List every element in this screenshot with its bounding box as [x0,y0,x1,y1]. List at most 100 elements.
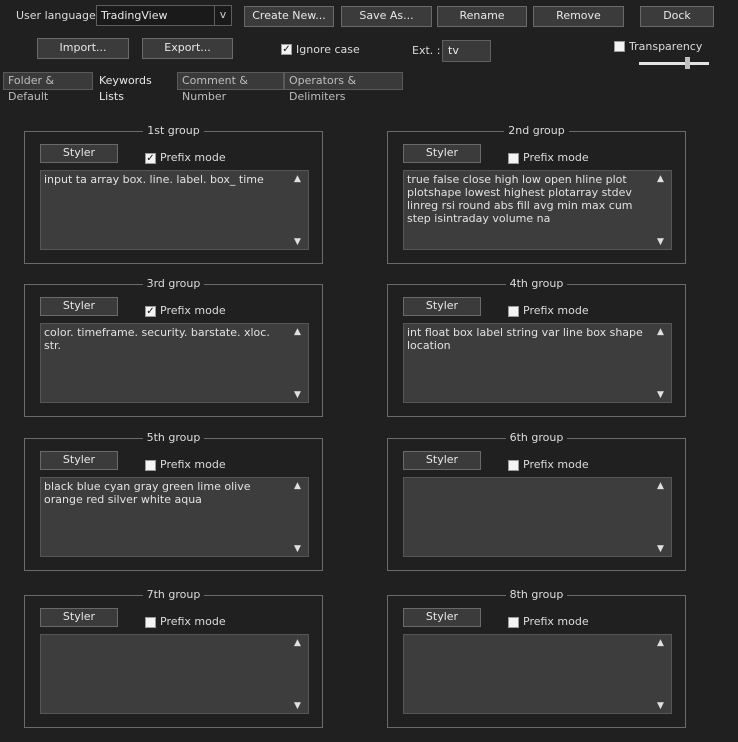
styler-button[interactable]: Styler [403,451,481,470]
textarea-scrollbar[interactable]: ▲ ▼ [654,324,671,402]
prefix-mode-label: Prefix mode [160,151,226,164]
textarea-scrollbar[interactable]: ▲ ▼ [291,171,308,249]
scroll-down-icon[interactable]: ▼ [294,237,301,247]
remove-button[interactable]: Remove [533,6,624,27]
keywords-textarea[interactable]: color. timeframe. security. barstate. xl… [40,323,309,403]
textarea-scrollbar[interactable]: ▲ ▼ [291,478,308,556]
keywords-textarea[interactable]: int float box label string var line box … [403,323,672,403]
group-title-wrap: 3rd group [25,277,322,290]
keywords-textarea[interactable]: true false close high low open hline plo… [403,170,672,250]
textarea-scrollbar[interactable]: ▲ ▼ [654,635,671,713]
styler-button[interactable]: Styler [403,297,481,316]
scroll-up-icon[interactable]: ▲ [657,327,664,337]
ext-label: Ext. : [412,44,441,57]
transparency-label: Transparency [629,40,703,53]
scroll-down-icon[interactable]: ▼ [657,701,664,711]
keyword-group-1: 1st group Styler ✓ Prefix mode input ta arra… [24,124,323,264]
scroll-down-icon[interactable]: ▼ [657,390,664,400]
save-as-button[interactable]: Save As... [341,6,432,27]
prefix-mode-label: Prefix mode [523,615,589,628]
transparency-checkbox[interactable] [614,41,625,52]
styler-button[interactable]: Styler [403,608,481,627]
textarea-scrollbar[interactable]: ▲ ▼ [291,635,308,713]
keyword-group-2: 2nd group Styler Prefix mode true false clo… [387,124,686,264]
styler-button[interactable]: Styler [40,451,118,470]
tab-folder-default[interactable]: Folder & Default [3,72,93,103]
prefix-mode-label: Prefix mode [523,304,589,317]
styler-button[interactable]: Styler [40,144,118,163]
textarea-scrollbar[interactable]: ▲ ▼ [654,171,671,249]
group-title: 7th group [142,588,205,601]
ext-input[interactable]: tv [442,40,491,62]
prefix-mode-label: Prefix mode [523,151,589,164]
scroll-up-icon[interactable]: ▲ [294,174,301,184]
tab-operators-delimiters[interactable]: Operators & Delimiters [284,72,403,103]
keywords-textarea[interactable]: input ta array box. line. label. box_ ti… [40,170,309,250]
keyword-group-5: 5th group Styler Prefix mode black blue cya… [24,431,323,571]
rename-button[interactable]: Rename [437,6,527,27]
create-new-button[interactable]: Create New... [244,6,334,27]
keyword-group-3: 3rd group Styler ✓ Prefix mode color. timefr… [24,277,323,417]
keywords-textarea[interactable]: black blue cyan gray green lime olive or… [40,477,309,557]
user-language-select[interactable]: TradingView v [96,5,232,26]
group-title-wrap: 6th group [388,431,685,444]
prefix-mode-checkbox[interactable]: ✓ [145,153,156,164]
tab-keywords-lists[interactable]: Keywords Lists [94,72,176,103]
styler-button[interactable]: Styler [40,297,118,316]
styler-button[interactable]: Styler [40,608,118,627]
prefix-mode-label: Prefix mode [523,458,589,471]
check-icon: ✓ [146,153,155,164]
scroll-down-icon[interactable]: ▼ [294,544,301,554]
scroll-up-icon[interactable]: ▲ [657,174,664,184]
group-title: 3rd group [142,277,205,290]
chevron-down-icon[interactable]: v [214,6,231,25]
user-language-label: User language : [16,9,103,22]
scroll-up-icon[interactable]: ▲ [294,481,301,491]
keywords-textarea[interactable]: ▲ ▼ [40,634,309,714]
prefix-mode-checkbox[interactable] [145,617,156,628]
scroll-up-icon[interactable]: ▲ [294,638,301,648]
scroll-down-icon[interactable]: ▼ [657,237,664,247]
keyword-group-7: 7th group Styler Prefix mode ▲ ▼ [24,588,323,728]
scroll-down-icon[interactable]: ▼ [294,390,301,400]
scroll-up-icon[interactable]: ▲ [294,327,301,337]
transparency-slider-track[interactable] [639,62,709,65]
textarea-scrollbar[interactable]: ▲ ▼ [291,324,308,402]
group-title-wrap: 7th group [25,588,322,601]
scroll-up-icon[interactable]: ▲ [657,638,664,648]
scroll-down-icon[interactable]: ▼ [294,701,301,711]
group-title-wrap: 8th group [388,588,685,601]
textarea-scrollbar[interactable]: ▲ ▼ [654,478,671,556]
user-language-value: TradingView [101,9,168,22]
group-title-wrap: 2nd group [388,124,685,137]
group-title: 2nd group [504,124,569,137]
export-button[interactable]: Export... [142,38,233,59]
prefix-mode-checkbox[interactable] [508,306,519,317]
group-title: 1st group [143,124,204,137]
keywords-text: color. timeframe. security. barstate. xl… [44,326,270,352]
keywords-text: true false close high low open hline plo… [407,173,633,225]
keywords-textarea[interactable]: ▲ ▼ [403,477,672,557]
keywords-text: black blue cyan gray green lime olive or… [44,480,251,506]
dock-button[interactable]: Dock [640,6,714,27]
keyword-group-8: 8th group Styler Prefix mode ▲ ▼ [387,588,686,728]
group-title-wrap: 4th group [388,277,685,290]
transparency-slider-thumb[interactable] [685,57,690,69]
scroll-down-icon[interactable]: ▼ [657,544,664,554]
group-title-wrap: 1st group [25,124,322,137]
keywords-text: int float box label string var line box … [407,326,643,352]
scroll-up-icon[interactable]: ▲ [657,481,664,491]
styler-button[interactable]: Styler [403,144,481,163]
ignore-case-checkbox[interactable]: ✓ [281,44,292,55]
prefix-mode-checkbox[interactable] [508,460,519,471]
keywords-text: input ta array box. line. label. box_ ti… [44,173,264,186]
keywords-textarea[interactable]: ▲ ▼ [403,634,672,714]
prefix-mode-checkbox[interactable] [508,153,519,164]
tab-comment-number[interactable]: Comment & Number [177,72,284,103]
group-title: 8th group [505,588,568,601]
group-title: 6th group [505,431,568,444]
prefix-mode-checkbox[interactable] [145,460,156,471]
prefix-mode-checkbox[interactable]: ✓ [145,306,156,317]
import-button[interactable]: Import... [37,38,129,59]
prefix-mode-checkbox[interactable] [508,617,519,628]
